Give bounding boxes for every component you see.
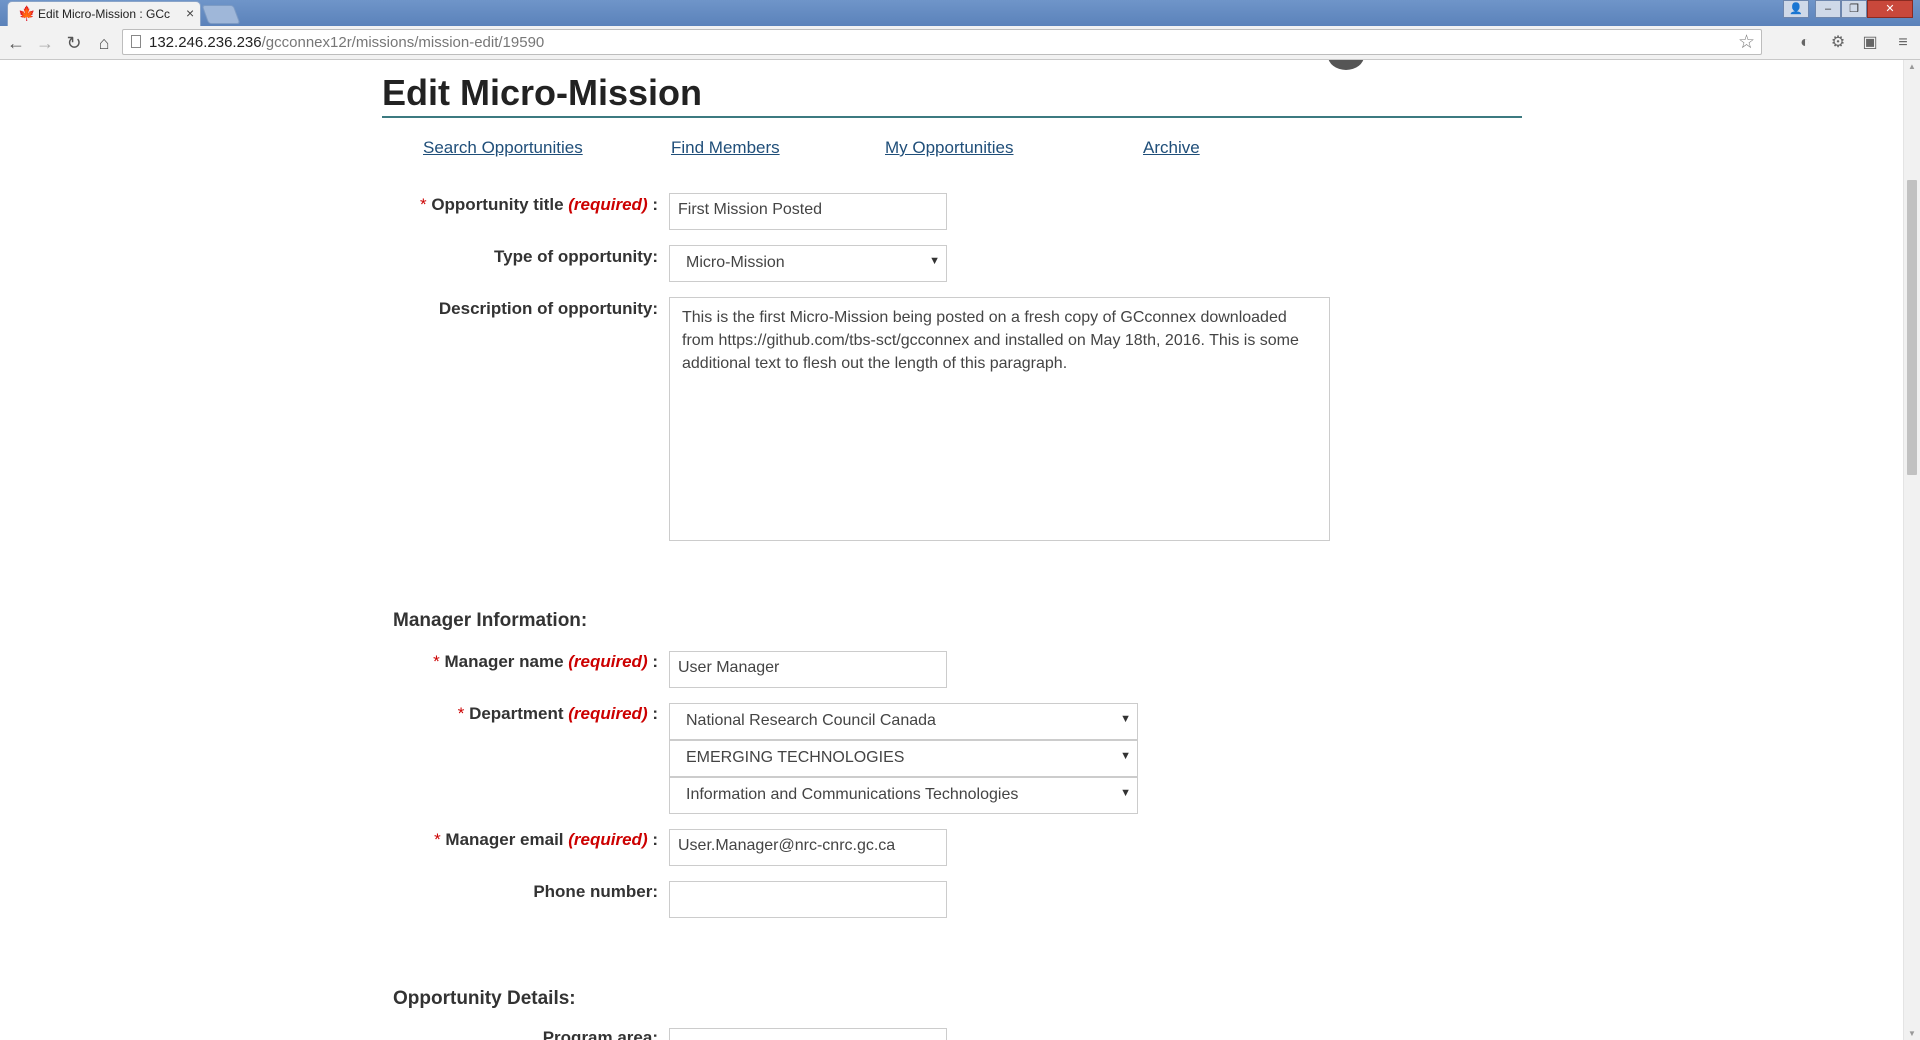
chevron-down-icon: ▼ bbox=[929, 255, 940, 267]
manager-email-input[interactable]: User.Manager@nrc-cnrc.gc.ca bbox=[669, 829, 947, 866]
page-title: Edit Micro-Mission bbox=[382, 72, 703, 113]
page-icon bbox=[131, 35, 141, 48]
program-area-label: Program area: bbox=[542, 1028, 658, 1040]
nav-find-members[interactable]: Find Members bbox=[671, 138, 780, 158]
nav-search-opportunities[interactable]: Search Opportunities bbox=[423, 138, 583, 158]
phone-label: Phone number: bbox=[533, 882, 658, 901]
maple-leaf-icon: 🍁 bbox=[18, 5, 36, 21]
browser-toolbar: ← → ↻ ⌂ 132.246.236.236/gcconnex12r/miss… bbox=[0, 26, 1920, 60]
type-select-value: Micro-Mission bbox=[686, 254, 785, 271]
department-label: * Department (required) : bbox=[457, 704, 658, 723]
close-window-button[interactable]: ✕ bbox=[1867, 0, 1913, 18]
browser-tabstrip: 🍁 Edit Micro-Mission : GCc × 👤 – ❐ ✕ bbox=[0, 0, 1920, 26]
bookmark-star-icon[interactable]: ☆ bbox=[1738, 31, 1755, 54]
avatar[interactable] bbox=[1328, 60, 1364, 70]
scroll-down-icon[interactable]: ▼ bbox=[1908, 1029, 1916, 1038]
opportunity-title-label: * Opportunity title (required) : bbox=[419, 195, 658, 214]
close-tab-icon[interactable]: × bbox=[186, 5, 194, 21]
type-label: Type of opportunity: bbox=[494, 247, 658, 266]
scroll-up-icon[interactable]: ▲ bbox=[1908, 62, 1916, 71]
manager-email-label: * Manager email (required) : bbox=[434, 830, 658, 849]
chevron-down-icon: ▼ bbox=[1120, 787, 1131, 799]
branch-select[interactable]: EMERGING TECHNOLOGIES ▼ bbox=[669, 740, 1138, 777]
manager-section-heading: Manager Information: bbox=[393, 610, 588, 631]
menu-icon[interactable]: ≡ bbox=[1893, 33, 1913, 53]
extension-square-icon[interactable]: ▣ bbox=[1860, 33, 1880, 53]
details-section-heading: Opportunity Details: bbox=[393, 988, 576, 1009]
browser-tab[interactable]: 🍁 Edit Micro-Mission : GCc × bbox=[7, 1, 201, 26]
extension-icon[interactable]: ◐ bbox=[1795, 33, 1815, 53]
page-content: Edit Micro-Mission Search Opportunities … bbox=[0, 60, 1903, 1040]
forward-icon[interactable]: → bbox=[34, 32, 56, 54]
phone-input[interactable] bbox=[669, 881, 947, 918]
tab-title: Edit Micro-Mission : GCc bbox=[38, 7, 171, 21]
manager-name-input[interactable]: User Manager bbox=[669, 651, 947, 688]
department-select-value: National Research Council Canada bbox=[686, 712, 936, 729]
settings-gear-icon[interactable]: ⚙ bbox=[1828, 33, 1848, 53]
description-label: Description of opportunity: bbox=[438, 299, 658, 318]
chevron-down-icon: ▼ bbox=[1120, 750, 1131, 762]
new-tab-button[interactable] bbox=[201, 5, 241, 24]
maximize-button[interactable]: ❐ bbox=[1841, 0, 1867, 18]
opportunity-title-input[interactable]: First Mission Posted bbox=[669, 193, 947, 230]
department-select[interactable]: National Research Council Canada ▼ bbox=[669, 703, 1138, 740]
chevron-down-icon: ▼ bbox=[1120, 713, 1131, 725]
manager-name-label: * Manager name (required) : bbox=[433, 652, 658, 671]
url-text: 132.246.236.236/gcconnex12r/missions/mis… bbox=[149, 34, 545, 51]
reload-icon[interactable]: ↻ bbox=[63, 32, 85, 54]
description-textarea[interactable]: This is the first Micro-Mission being po… bbox=[669, 297, 1330, 541]
scrollbar-thumb[interactable] bbox=[1907, 180, 1917, 475]
sector-select-value: Information and Communications Technolog… bbox=[686, 786, 1019, 803]
back-icon[interactable]: ← bbox=[5, 32, 27, 54]
type-select[interactable]: Micro-Mission ▼ bbox=[669, 245, 947, 282]
nav-archive[interactable]: Archive bbox=[1143, 138, 1200, 158]
home-icon[interactable]: ⌂ bbox=[93, 32, 115, 54]
nav-my-opportunities[interactable]: My Opportunities bbox=[885, 138, 1014, 158]
title-divider bbox=[382, 116, 1522, 118]
sector-select[interactable]: Information and Communications Technolog… bbox=[669, 777, 1138, 814]
page-scrollbar[interactable]: ▲ ▼ bbox=[1903, 60, 1920, 1040]
address-bar[interactable]: 132.246.236.236/gcconnex12r/missions/mis… bbox=[122, 29, 1762, 55]
program-area-input[interactable] bbox=[669, 1028, 947, 1040]
minimize-button[interactable]: – bbox=[1815, 0, 1841, 18]
user-icon[interactable]: 👤 bbox=[1783, 0, 1809, 18]
branch-select-value: EMERGING TECHNOLOGIES bbox=[686, 749, 905, 766]
